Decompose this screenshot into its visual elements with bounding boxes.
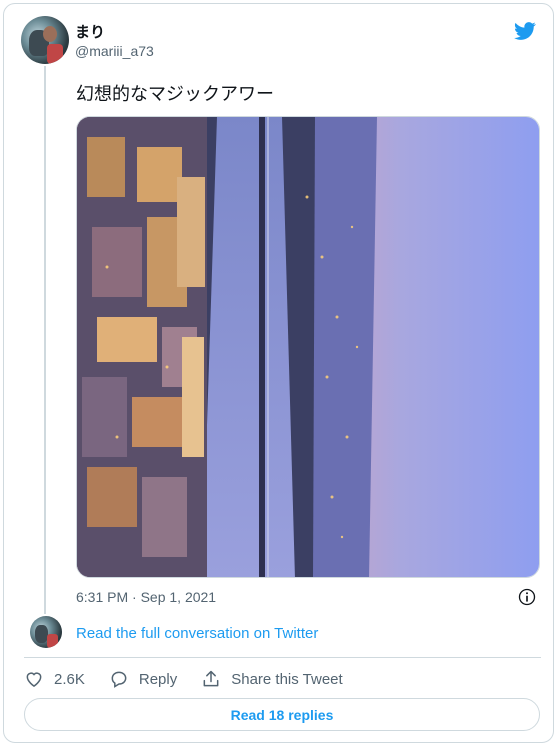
- like-count: 2.6K: [54, 670, 85, 688]
- tweet-timestamp[interactable]: 6:31 PM · Sep 1, 2021: [76, 589, 216, 605]
- author-avatar[interactable]: [21, 16, 69, 64]
- reply-bubble-icon: [111, 671, 127, 688]
- tweet-photo[interactable]: [76, 116, 540, 578]
- conversation-avatar[interactable]: [30, 616, 62, 648]
- heart-icon: [26, 672, 42, 687]
- reply-label: Reply: [138, 670, 178, 688]
- reply-button[interactable]: Reply: [109, 669, 177, 689]
- tweet-card: まり @mariii_a73 幻想的なマジックアワー 6:31 PM · Sep…: [3, 3, 554, 743]
- read-replies-button[interactable]: Read 18 replies: [24, 698, 540, 731]
- author-display-name[interactable]: まり: [75, 21, 105, 42]
- twitter-bird-icon[interactable]: [512, 20, 538, 42]
- tweet-actions: 2.6K Reply Share this Tweet: [24, 667, 367, 691]
- info-icon[interactable]: [517, 587, 537, 607]
- read-conversation-link[interactable]: Read the full conversation on Twitter: [76, 625, 318, 642]
- divider: [24, 657, 541, 658]
- tweet-text: 幻想的なマジックアワー: [76, 84, 274, 104]
- author-handle[interactable]: @mariii_a73: [75, 43, 154, 59]
- share-label: Share this Tweet: [231, 670, 343, 688]
- share-button[interactable]: Share this Tweet: [201, 669, 343, 689]
- thread-line: [44, 66, 46, 614]
- like-button[interactable]: 2.6K: [24, 669, 85, 689]
- photo-twilight-cityscape: [77, 117, 539, 577]
- share-icon: [203, 670, 219, 687]
